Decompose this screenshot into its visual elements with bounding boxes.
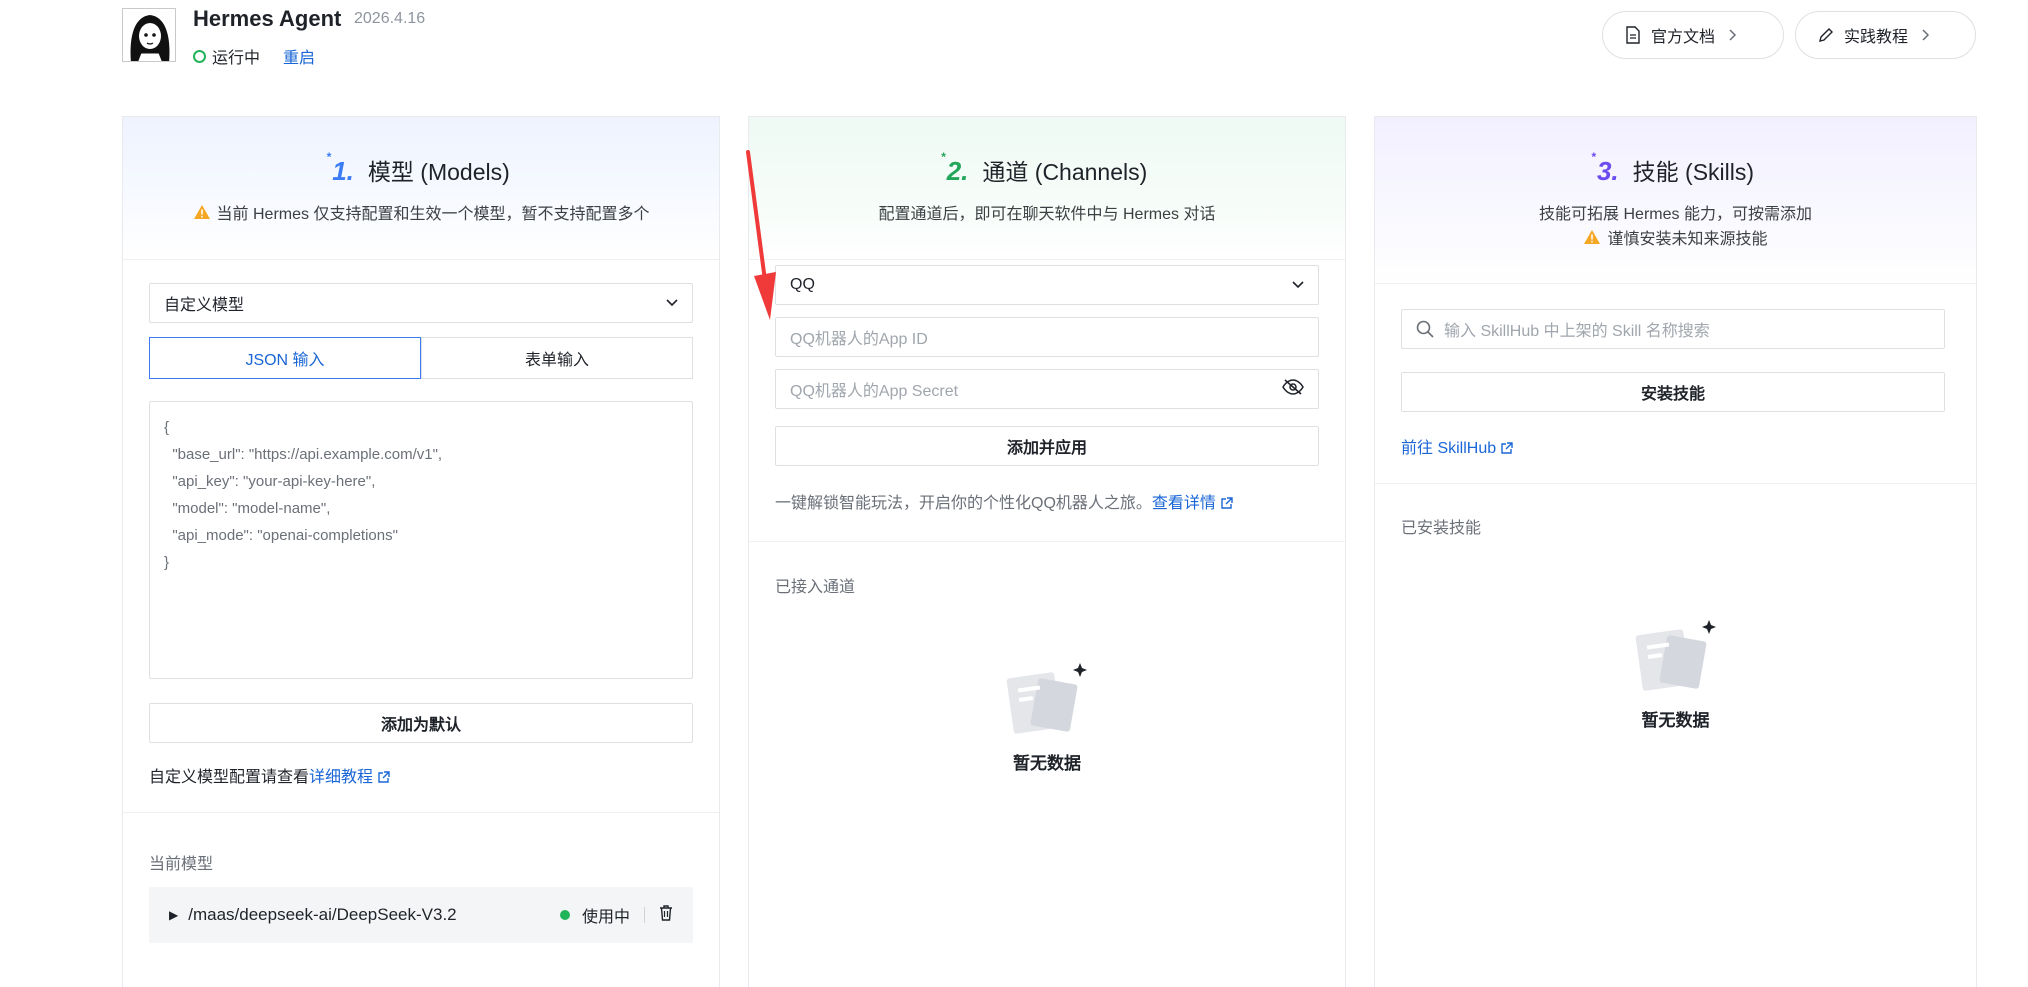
models-title-text: 模型 (Models) [367, 159, 510, 185]
tab-form-input[interactable]: 表单输入 [421, 337, 693, 379]
chevron-right-icon [1922, 29, 1930, 41]
skills-panel: 3. 技能 (Skills) 技能可拓展 Hermes 能力，可按需添加 谨慎安… [1374, 116, 1977, 987]
app-secret-placeholder: QQ机器人的App Secret [790, 383, 959, 400]
model-help-prefix: 自定义模型配置请查看 [149, 769, 310, 786]
chevron-down-icon [666, 294, 678, 312]
view-details-link[interactable]: 查看详情 [1152, 495, 1216, 512]
app-secret-input[interactable]: QQ机器人的App Secret [775, 369, 1319, 409]
add-as-default-button[interactable]: 添加为默认 [149, 703, 693, 743]
skills-title: 3. 技能 (Skills) [1375, 150, 1976, 187]
add-and-apply-button[interactable]: 添加并应用 [775, 426, 1319, 466]
app-title: Hermes Agent [193, 6, 342, 31]
channels-title: 2. 通道 (Channels) [749, 150, 1345, 187]
step-number: 2. [941, 150, 969, 187]
warning-icon [1583, 229, 1601, 245]
detailed-tutorial-link[interactable]: 详细教程 [309, 769, 373, 786]
chevron-down-icon [1292, 276, 1304, 294]
external-link-icon [1220, 497, 1233, 510]
status-text: 运行中 [212, 50, 261, 67]
current-model-name: /maas/deepseek-ai/DeepSeek-V3.2 [188, 905, 457, 924]
divider [749, 541, 1345, 542]
step-number: 1. [326, 150, 354, 187]
separator [644, 907, 645, 923]
models-title: 1. 模型 (Models) [123, 150, 719, 187]
annotation-arrow-icon [746, 150, 776, 320]
official-docs-label: 官方文档 [1651, 29, 1716, 46]
expand-triangle-icon[interactable]: ▶ [169, 908, 178, 922]
model-status: 使用中 [559, 903, 673, 927]
search-icon [1416, 320, 1434, 338]
status-indicator: 运行中 [193, 44, 260, 68]
skills-warning: 谨慎安装未知来源技能 [1375, 225, 1976, 249]
tutorial-button[interactable]: 实践教程 [1795, 11, 1976, 59]
model-help-text: 自定义模型配置请查看详细教程 [149, 763, 390, 787]
connected-channels-label: 已接入通道 [775, 579, 856, 596]
in-use-label: 使用中 [581, 909, 630, 926]
model-type-select[interactable]: 自定义模型 [149, 283, 693, 323]
divider [123, 812, 719, 813]
models-notice: 当前 Hermes 仅支持配置和生效一个模型，暂不支持配置多个 [123, 200, 719, 224]
channels-panel-header: 2. 通道 (Channels) 配置通道后，即可在聊天软件中与 Hermes … [749, 117, 1345, 260]
skills-notice: 技能可拓展 Hermes 能力，可按需添加 [1539, 206, 1812, 223]
warning-icon [193, 204, 211, 220]
empty-box-icon [1375, 614, 1976, 694]
models-panel: 1. 模型 (Models) 当前 Hermes 仅支持配置和生效一个模型，暂不… [122, 116, 720, 987]
promo-text: 一键解锁智能玩法，开启你的个性化QQ机器人之旅。 [775, 495, 1152, 512]
current-model-row[interactable]: ▶ /maas/deepseek-ai/DeepSeek-V3.2 使用中 [149, 887, 693, 943]
app-version: 2026.4.16 [354, 10, 426, 27]
trash-icon[interactable] [659, 904, 673, 926]
input-mode-tabs: JSON 输入 表单输入 [149, 337, 693, 379]
models-panel-header: 1. 模型 (Models) 当前 Hermes 仅支持配置和生效一个模型，暂不… [123, 117, 719, 260]
channels-title-text: 通道 (Channels) [982, 159, 1148, 185]
skills-panel-header: 3. 技能 (Skills) 技能可拓展 Hermes 能力，可按需添加 谨慎安… [1375, 117, 1976, 284]
document-icon [1625, 26, 1641, 44]
official-docs-button[interactable]: 官方文档 [1602, 11, 1784, 59]
models-notice-text: 当前 Hermes 仅支持配置和生效一个模型，暂不支持配置多个 [216, 206, 650, 223]
channel-promo: 一键解锁智能玩法，开启你的个性化QQ机器人之旅。查看详情 [775, 489, 1233, 513]
external-link-icon [377, 771, 390, 784]
skills-title-text: 技能 (Skills) [1632, 159, 1755, 185]
current-model-label: 当前模型 [149, 856, 214, 873]
status-dot-icon [193, 49, 206, 63]
eye-off-icon[interactable] [1282, 378, 1304, 400]
tab-json-input[interactable]: JSON 输入 [149, 337, 421, 379]
skills-empty-state: 暂无数据 [1375, 614, 1976, 731]
channels-notice: 配置通道后，即可在聊天软件中与 Hermes 对话 [878, 206, 1216, 223]
app-id-input[interactable]: QQ机器人的App ID [775, 317, 1319, 357]
model-type-value: 自定义模型 [164, 297, 245, 314]
empty-box-icon [749, 657, 1345, 737]
channels-empty-text: 暂无数据 [1013, 754, 1081, 773]
divider [1375, 483, 1976, 484]
pencil-icon [1818, 27, 1834, 43]
skill-search-input[interactable]: 输入 SkillHub 中上架的 Skill 名称搜索 [1401, 309, 1945, 349]
restart-link[interactable]: 重启 [283, 44, 315, 68]
skills-empty-text: 暂无数据 [1641, 711, 1710, 730]
channels-panel: 2. 通道 (Channels) 配置通道后，即可在聊天软件中与 Hermes … [748, 116, 1346, 987]
external-link-icon [1500, 442, 1513, 455]
installed-skills-label: 已安装技能 [1401, 520, 1482, 537]
channel-type-value: QQ [790, 276, 815, 293]
skillhub-link-row: 前往 SkillHub [1401, 434, 1513, 458]
channels-empty-state: 暂无数据 [749, 657, 1345, 774]
skill-search-placeholder: 输入 SkillHub 中上架的 Skill 名称搜索 [1444, 323, 1710, 340]
go-to-skillhub-link[interactable]: 前往 SkillHub [1401, 440, 1496, 457]
agent-avatar [122, 8, 176, 62]
chevron-right-icon [1729, 29, 1737, 41]
step-number: 3. [1591, 150, 1619, 187]
active-dot-icon [559, 910, 570, 920]
json-config-editor[interactable]: { "base_url": "https://api.example.com/v… [149, 401, 693, 679]
skills-warning-text: 谨慎安装未知来源技能 [1607, 231, 1768, 248]
tutorial-label: 实践教程 [1844, 29, 1909, 46]
install-skill-button[interactable]: 安装技能 [1401, 372, 1945, 412]
channel-type-select[interactable]: QQ [775, 265, 1319, 305]
app-header: Hermes Agent 2026.4.16 运行中 重启 官方文档 实践教程 [0, 0, 2028, 100]
